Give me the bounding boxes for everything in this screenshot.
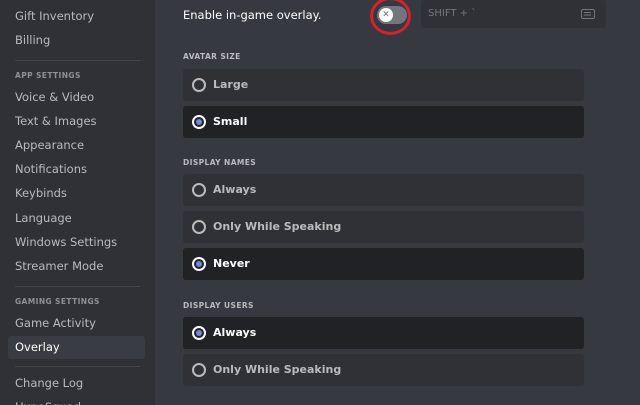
option-label: Always [213, 183, 257, 196]
gaming-settings-header: GAMING SETTINGS [15, 297, 100, 306]
annotation-circle [370, 0, 411, 35]
sidebar-item-billing[interactable]: Billing [8, 29, 145, 52]
radio-selected-icon [192, 326, 206, 340]
sidebar-item-gift-inventory[interactable]: Gift Inventory [8, 5, 145, 28]
radio-icon [192, 363, 206, 377]
option-label: Large [213, 78, 249, 91]
enable-overlay-label: Enable in-game overlay. [183, 8, 322, 22]
overlay-settings-panel: Enable in-game overlay. ✕ SHIFT + ` AVAT… [155, 0, 640, 405]
option-label: Only While Speaking [213, 363, 342, 376]
sidebar-item-notifications[interactable]: Notifications [8, 158, 145, 181]
keyboard-icon[interactable] [581, 9, 595, 19]
sidebar-divider [15, 366, 140, 367]
display-users-option-always[interactable]: Always [183, 317, 584, 349]
display-names-title: DISPLAY NAMES [183, 158, 257, 167]
enable-overlay-row: Enable in-game overlay. ✕ SHIFT + ` [183, 0, 606, 35]
display-names-option-only-while-speaking[interactable]: Only While Speaking [183, 211, 584, 243]
sidebar-item-appearance[interactable]: Appearance [8, 134, 145, 157]
display-names-option-always[interactable]: Always [183, 174, 584, 206]
sidebar-item-windows-settings[interactable]: Windows Settings [8, 231, 145, 254]
sidebar-item-language[interactable]: Language [8, 207, 145, 230]
sidebar-item-text-images[interactable]: Text & Images [8, 110, 145, 133]
sidebar-item-change-log[interactable]: Change Log [8, 372, 145, 395]
sidebar-item-game-activity[interactable]: Game Activity [8, 312, 145, 335]
sidebar-item-overlay[interactable]: Overlay [8, 336, 145, 359]
radio-icon [192, 183, 206, 197]
option-label: Never [213, 257, 250, 270]
radio-icon [192, 220, 206, 234]
option-label: Small [213, 115, 248, 128]
option-label: Only While Speaking [213, 220, 342, 233]
sidebar-item-streamer-mode[interactable]: Streamer Mode [8, 255, 145, 278]
sidebar-item-hypesquad[interactable]: HypeSquad [8, 396, 145, 405]
sidebar-divider [15, 286, 140, 287]
radio-selected-icon [192, 115, 206, 129]
settings-sidebar: Gift Inventory Billing APP SETTINGS Voic… [0, 0, 155, 405]
sidebar-item-keybinds[interactable]: Keybinds [8, 182, 145, 205]
overlay-keybind-field[interactable]: SHIFT + ` [421, 0, 606, 28]
avatar-size-option-large[interactable]: Large [183, 69, 584, 101]
display-names-option-never[interactable]: Never [183, 248, 584, 280]
display-users-title: DISPLAY USERS [183, 301, 254, 310]
option-label: Always [213, 326, 257, 339]
avatar-size-option-small[interactable]: Small [183, 106, 584, 138]
keybind-text: SHIFT + ` [428, 8, 477, 19]
sidebar-item-voice-video[interactable]: Voice & Video [8, 86, 145, 109]
avatar-size-title: AVATAR SIZE [183, 52, 241, 61]
sidebar-divider [15, 60, 140, 61]
display-users-option-only-while-speaking[interactable]: Only While Speaking [183, 354, 584, 386]
radio-icon [192, 78, 206, 92]
radio-selected-icon [192, 257, 206, 271]
app-settings-header: APP SETTINGS [15, 71, 81, 80]
